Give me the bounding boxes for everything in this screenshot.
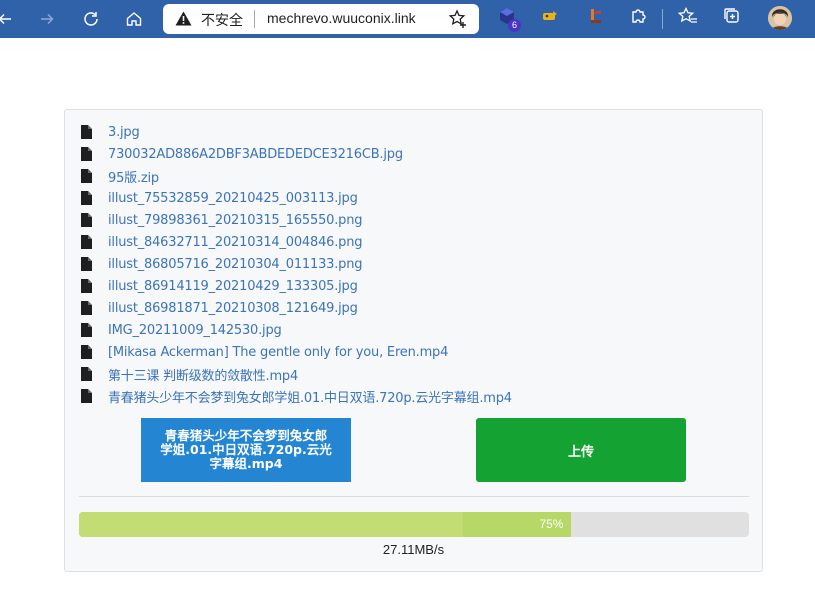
file-list-item: illust_75532859_20210425_003113.jpg	[81, 187, 512, 209]
file-link[interactable]: 第十三课 判断级数的敛散性.mp4	[108, 365, 298, 384]
add-favorite-icon[interactable]	[448, 9, 468, 34]
refresh-icon[interactable]	[76, 4, 106, 34]
file-list: 3.jpg 730032AD886A2DBF3ABDEDEDCE3216CB.jp…	[81, 121, 512, 407]
file-link[interactable]: 95版.zip	[108, 167, 159, 186]
file-icon	[81, 257, 92, 271]
file-link[interactable]: illust_86981871_20210308_121649.jpg	[108, 301, 358, 316]
file-link[interactable]: illust_86805716_20210304_011133.png	[108, 257, 362, 272]
home-icon[interactable]	[119, 4, 149, 34]
address-divider	[254, 10, 255, 28]
upload-button-label: 上传	[567, 444, 594, 460]
file-list-item: 青春猪头少年不会梦到兔女郎学姐.01.中日双语.720p.云光字幕组.mp4	[81, 385, 512, 407]
divider	[79, 496, 749, 497]
browser-toolbar: 不安全 mechrevo.wuuconix.link 6	[0, 0, 815, 38]
file-link[interactable]: illust_75532859_20210425_003113.jpg	[108, 191, 358, 206]
file-list-item: illust_84632711_20210314_004846.png	[81, 231, 512, 253]
file-icon	[81, 125, 92, 139]
file-list-item: illust_79898361_20210315_165550.png	[81, 209, 512, 231]
back-icon[interactable]	[0, 4, 20, 34]
file-link[interactable]: illust_84632711_20210314_004846.png	[108, 235, 362, 250]
favorites-icon[interactable]	[677, 6, 698, 30]
file-link[interactable]: illust_86914119_20210429_133305.jpg	[108, 279, 358, 294]
file-panel: 3.jpg 730032AD886A2DBF3ABDEDEDCE3216CB.jp…	[64, 109, 763, 572]
file-list-item: illust_86805716_20210304_011133.png	[81, 253, 512, 275]
file-list-item: IMG_20211009_142530.jpg	[81, 319, 512, 341]
file-list-item: [Mikasa Ackerman] The gentle only for yo…	[81, 341, 512, 363]
file-link[interactable]: illust_79898361_20210315_165550.png	[108, 213, 362, 228]
file-icon	[81, 323, 92, 337]
file-link[interactable]: 730032AD886A2DBF3ABDEDEDCE3216CB.jpg	[108, 147, 403, 162]
file-icon	[81, 279, 92, 293]
file-icon	[81, 367, 92, 381]
upload-button[interactable]: 上传	[476, 418, 686, 482]
file-link[interactable]: [Mikasa Ackerman] The gentle only for yo…	[108, 345, 448, 360]
progress-percent: 75%	[539, 517, 564, 531]
forward-icon[interactable]	[32, 4, 62, 34]
file-link[interactable]: IMG_20211009_142530.jpg	[108, 323, 282, 338]
extension-icon[interactable]	[541, 7, 559, 30]
file-icon	[81, 389, 92, 403]
file-icon	[81, 213, 92, 227]
address-bar[interactable]: 不安全 mechrevo.wuuconix.link	[163, 4, 479, 34]
file-list-item: 第十三课 判断级数的敛散性.mp4	[81, 363, 512, 385]
upload-progress-bar: 75%	[79, 512, 749, 537]
file-icon	[81, 191, 92, 205]
file-icon	[81, 301, 92, 315]
file-list-item: illust_86981871_20210308_121649.jpg	[81, 297, 512, 319]
upload-speed: 27.11MB/s	[382, 542, 445, 557]
select-file-button[interactable]: 青春猪头少年不会梦到兔女郎学姐.01.中日双语.720p.云光字幕组.mp4	[141, 418, 351, 482]
extensions-puzzle-icon[interactable]	[629, 7, 647, 30]
file-list-item: 95版.zip	[81, 165, 512, 187]
warning-icon[interactable]	[175, 11, 192, 31]
collections-icon[interactable]	[723, 7, 741, 30]
file-list-item: 730032AD886A2DBF3ABDEDEDCE3216CB.jpg	[81, 143, 512, 165]
url-text[interactable]: mechrevo.wuuconix.link	[267, 10, 416, 26]
profile-avatar[interactable]	[768, 6, 792, 30]
file-icon	[81, 345, 92, 359]
file-list-item: 3.jpg	[81, 121, 512, 143]
file-list-item: illust_86914119_20210429_133305.jpg	[81, 275, 512, 297]
progress-fill-shade	[79, 512, 464, 537]
extension-icon[interactable]	[587, 7, 605, 30]
extension-badge: 6	[508, 19, 521, 32]
file-icon	[81, 147, 92, 161]
file-icon	[81, 235, 92, 249]
file-link[interactable]: 3.jpg	[108, 125, 140, 140]
selected-file-label: 青春猪头少年不会梦到兔女郎学姐.01.中日双语.720p.云光字幕组.mp4	[160, 428, 332, 471]
file-link[interactable]: 青春猪头少年不会梦到兔女郎学姐.01.中日双语.720p.云光字幕组.mp4	[108, 387, 512, 406]
security-label[interactable]: 不安全	[201, 10, 243, 30]
toolbar-divider	[662, 9, 663, 29]
file-icon	[81, 169, 92, 183]
